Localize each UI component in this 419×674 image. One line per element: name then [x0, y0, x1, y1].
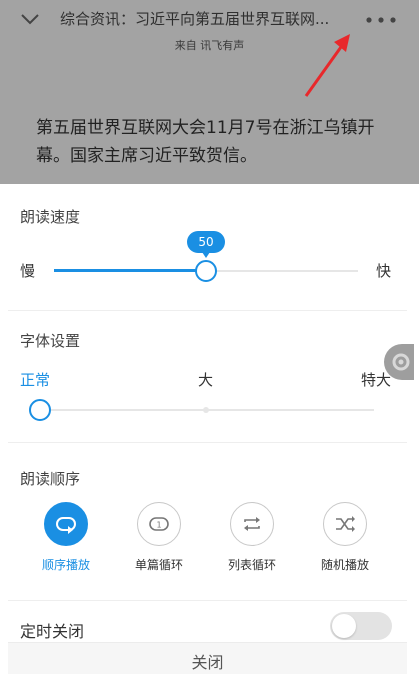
font-option-normal[interactable]: 正常: [20, 369, 50, 390]
order-label: 单篇循环: [134, 558, 183, 572]
order-option-shuffle[interactable]: 随机播放: [310, 502, 380, 573]
divider: [8, 600, 407, 601]
speed-fast-label: 快: [376, 262, 392, 280]
speed-slow-label: 慢: [20, 262, 36, 280]
order-label: 顺序播放: [41, 558, 90, 572]
font-slider-knob[interactable]: [29, 399, 51, 421]
article-source: 来自 讯飞有声: [174, 39, 245, 52]
divider: [8, 442, 407, 443]
order-section-title: 朗读顺序: [20, 470, 81, 488]
speed-slider-knob[interactable]: [195, 260, 217, 282]
red-annotation-arrow-icon: [304, 34, 350, 97]
more-options-icon[interactable]: [366, 17, 396, 23]
order-option-repeat-one[interactable]: 1 单篇循环: [124, 502, 194, 573]
close-button[interactable]: 关闭: [8, 642, 407, 674]
collapse-chevron-icon[interactable]: [19, 8, 41, 30]
svg-text:1: 1: [156, 521, 161, 530]
speed-slider-fill: [54, 269, 206, 272]
speed-section-title: 朗读速度: [20, 208, 81, 226]
article-title: 综合资讯：习近平向第五届世界互联网...: [60, 10, 330, 28]
gear-icon: [392, 353, 410, 371]
order-option-repeat-list[interactable]: 列表循环: [217, 502, 287, 573]
repeat-list-icon: [230, 502, 274, 546]
font-slider-tick: [203, 407, 209, 413]
timer-toggle-knob: [332, 614, 356, 638]
sequential-play-icon: [44, 502, 88, 546]
side-float-handle[interactable]: [384, 344, 414, 380]
shuffle-icon: [323, 502, 367, 546]
timer-label: 定时关闭: [20, 622, 85, 641]
order-option-sequential[interactable]: 顺序播放: [31, 502, 101, 573]
order-label: 随机播放: [320, 558, 369, 572]
divider: [8, 310, 407, 311]
speed-value-bubble: 50: [187, 231, 225, 258]
order-label: 列表循环: [227, 558, 276, 572]
read-settings-sheet: 朗读速度 慢 快 50 字体设置 正常 大 特大 朗读顺序 顺序播放 1 单篇循…: [8, 184, 414, 674]
dimmed-article-header: 综合资讯：习近平向第五届世界互联网... 来自 讯飞有声 第五届世界互联网大会1…: [0, 0, 419, 184]
timer-toggle[interactable]: [330, 612, 392, 640]
article-text: 第五届世界互联网大会11月7号在浙江乌镇开幕。国家主席习近平致贺信。: [36, 118, 375, 166]
repeat-one-icon: 1: [137, 502, 181, 546]
font-section-title: 字体设置: [20, 332, 81, 350]
font-option-large[interactable]: 大: [198, 369, 213, 390]
